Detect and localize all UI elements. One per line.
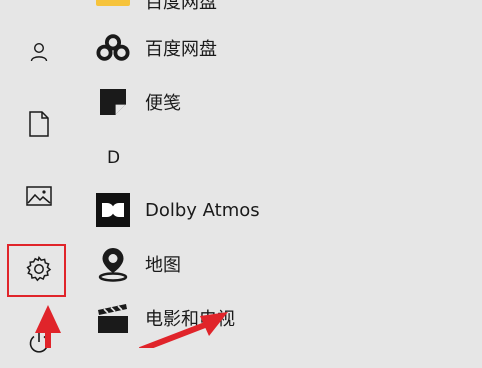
power-button[interactable]: [0, 318, 78, 368]
account-button[interactable]: [0, 27, 78, 77]
app-label: 地图: [145, 255, 181, 276]
documents-button[interactable]: [0, 99, 78, 149]
maps-icon: [96, 247, 130, 282]
folder-icon: [96, 0, 130, 6]
app-item-movies-tv[interactable]: 电影和电视: [96, 296, 235, 340]
app-item-sticky-notes[interactable]: 便笺: [96, 80, 181, 124]
partial-app-label: 百度网盘: [145, 0, 217, 13]
app-item-maps[interactable]: 地图: [96, 242, 181, 286]
app-list: 百度网盘 百度网盘 便笺 D Dolby Atmos 地图 电影和电视: [78, 0, 482, 348]
power-icon: [27, 331, 51, 355]
app-label: 百度网盘: [145, 39, 217, 60]
pictures-button[interactable]: [0, 171, 78, 221]
user-icon: [30, 42, 48, 62]
app-label: Dolby Atmos: [145, 199, 260, 221]
movies-tv-icon: [96, 301, 130, 335]
group-header-d[interactable]: D: [107, 148, 120, 168]
settings-highlight-box: [7, 244, 66, 297]
pictures-icon: [26, 186, 52, 206]
start-menu-rail: [0, 0, 78, 353]
baidu-netdisk-icon: [96, 31, 130, 65]
dolby-icon: [96, 193, 130, 227]
sticky-notes-icon: [96, 85, 130, 119]
document-icon: [28, 111, 50, 137]
app-item-dolby-atmos[interactable]: Dolby Atmos: [96, 188, 260, 232]
app-label: 电影和电视: [145, 309, 235, 330]
app-item-baidu-netdisk[interactable]: 百度网盘: [96, 26, 217, 70]
app-label: 便笺: [145, 93, 181, 114]
